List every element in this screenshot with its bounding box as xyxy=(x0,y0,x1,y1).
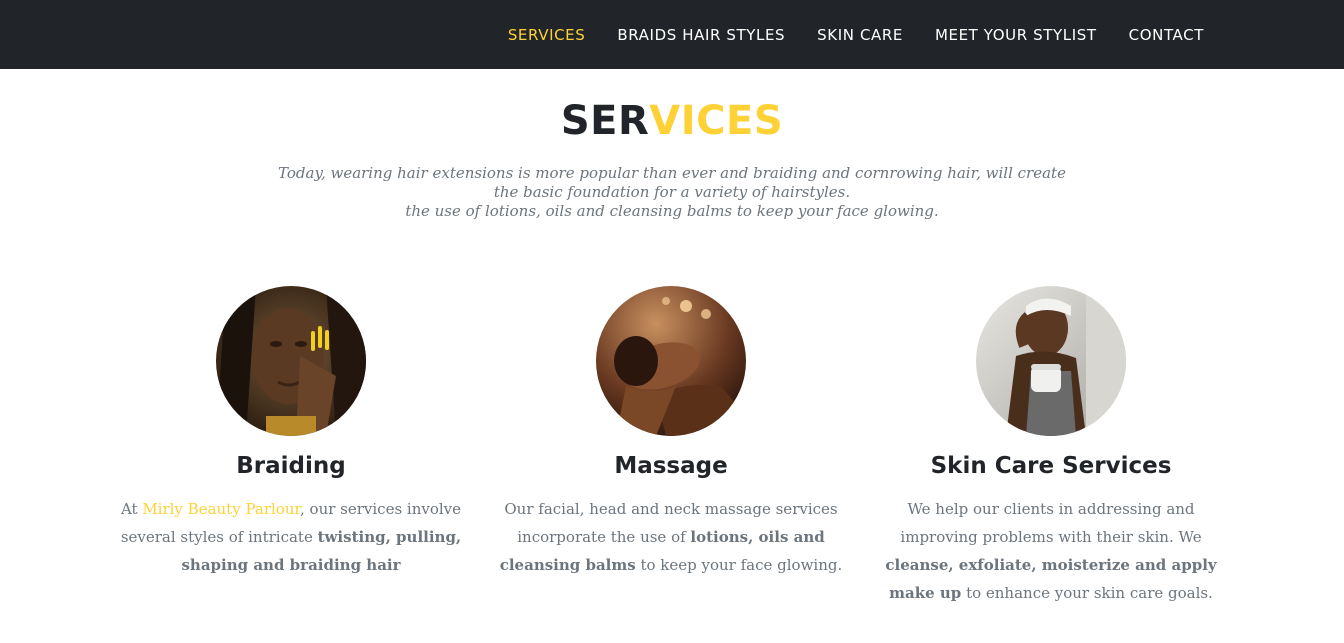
main-nav: SERVICES BRAIDS HAIR STYLES SKIN CARE ME… xyxy=(492,0,1220,69)
service-title: Massage xyxy=(614,453,728,479)
service-text: At xyxy=(120,500,143,518)
massage-photo-image xyxy=(596,286,746,436)
service-card-massage: Massage Our facial, head and neck massag… xyxy=(481,286,861,579)
service-description: At Mirly Beauty Parlour, our services in… xyxy=(115,495,467,579)
nav-item-skin-care[interactable]: SKIN CARE xyxy=(801,26,919,44)
service-card-skin-care: Skin Care Services We help our clients i… xyxy=(861,286,1241,607)
service-description: Our facial, head and neck massage servic… xyxy=(495,495,847,579)
intro-line: the basic foundation for a variety of ha… xyxy=(493,183,851,201)
massage-photo xyxy=(596,286,746,436)
section-intro: Today, wearing hair extensions is more p… xyxy=(222,164,1122,221)
skin-care-photo xyxy=(976,286,1126,436)
section-heading: SERVICES xyxy=(0,98,1344,144)
intro-line: the use of lotions, oils and cleansing b… xyxy=(405,202,939,220)
top-navbar: SERVICES BRAIDS HAIR STYLES SKIN CARE ME… xyxy=(0,0,1344,69)
nav-item-contact[interactable]: CONTACT xyxy=(1113,26,1220,44)
service-description: We help our clients in addressing and im… xyxy=(875,495,1227,607)
section-heading-part-b: VICES xyxy=(649,98,784,144)
service-card-braiding: Braiding At Mirly Beauty Parlour, our se… xyxy=(101,286,481,579)
service-title: Skin Care Services xyxy=(930,453,1172,479)
service-title: Braiding xyxy=(236,453,346,479)
nav-item-braids-hair-styles[interactable]: BRAIDS HAIR STYLES xyxy=(601,26,801,44)
intro-line: Today, wearing hair extensions is more p… xyxy=(278,164,1066,182)
section-heading-part-a: SER xyxy=(560,98,650,144)
nav-item-services[interactable]: SERVICES xyxy=(492,26,602,44)
braiding-photo-image xyxy=(216,286,366,436)
nav-item-meet-your-stylist[interactable]: MEET YOUR STYLIST xyxy=(919,26,1113,44)
skin-care-photo-image xyxy=(976,286,1126,436)
brand-link[interactable]: Mirly Beauty Parlour xyxy=(142,500,300,518)
braiding-photo xyxy=(216,286,366,436)
service-text: to enhance your skin care goals. xyxy=(961,584,1213,602)
service-text: to keep your face glowing. xyxy=(635,556,843,574)
service-text: We help our clients in addressing and im… xyxy=(900,500,1202,546)
